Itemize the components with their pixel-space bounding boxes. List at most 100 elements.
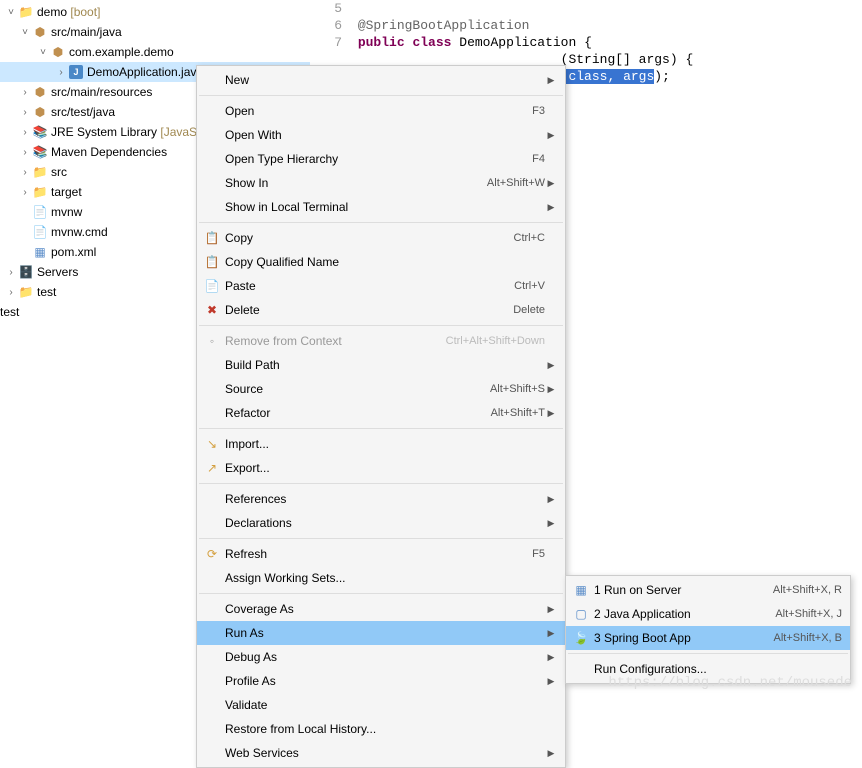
tree-project[interactable]: ˅ 📁 demo [boot]: [0, 2, 310, 22]
refresh-icon: ⟳: [201, 546, 223, 562]
submenu-arrow-icon: ▶: [545, 494, 557, 505]
java-app-icon: ▢: [570, 606, 592, 622]
library-icon: 📚: [32, 124, 48, 140]
expand-icon[interactable]: ˅: [18, 25, 32, 39]
menu-restore-history[interactable]: Restore from Local History...: [197, 717, 565, 741]
tree-label: com.example.demo: [69, 45, 174, 59]
menu-coverage-as[interactable]: Coverage As ▶: [197, 597, 565, 621]
tree-label: mvnw.cmd: [51, 225, 108, 239]
menu-label: Build Path: [223, 358, 545, 372]
tree-label: src/main/resources: [51, 85, 152, 99]
expand-icon[interactable]: ›: [4, 265, 18, 279]
menu-declarations[interactable]: Declarations ▶: [197, 511, 565, 535]
menu-label: 3 Spring Boot App: [592, 631, 764, 645]
menu-label: Coverage As: [223, 602, 545, 616]
menu-label: Run As: [223, 626, 545, 640]
delete-icon: ✖: [201, 302, 223, 318]
menu-label: Refresh: [223, 547, 522, 561]
menu-label: References: [223, 492, 545, 506]
menu-shortcut: F4: [532, 153, 545, 165]
expand-icon[interactable]: ›: [4, 285, 18, 299]
tree-decoration-text: [boot]: [70, 5, 100, 19]
submenu-arrow-icon: ▶: [545, 518, 557, 529]
menu-label: Export...: [223, 461, 545, 475]
menu-label: Delete: [223, 303, 503, 317]
menu-run-as[interactable]: Run As ▶: [197, 621, 565, 645]
menu-label: Run Configurations...: [592, 662, 842, 676]
menu-copy[interactable]: 📋 Copy Ctrl+C: [197, 226, 565, 250]
keyword: public: [358, 35, 405, 50]
menu-shortcut: Alt+Shift+T: [491, 407, 545, 419]
tree-label: src/main/java: [51, 25, 122, 39]
menu-label: Debug As: [223, 650, 545, 664]
expand-icon[interactable]: ›: [18, 125, 32, 139]
submenu-java-application[interactable]: ▢ 2 Java Application Alt+Shift+X, J: [566, 602, 850, 626]
menu-shortcut: Ctrl+V: [514, 280, 545, 292]
expand-icon[interactable]: ›: [18, 185, 32, 199]
expand-icon[interactable]: ›: [18, 145, 32, 159]
tree-src-main-java[interactable]: ˅ ⬢ src/main/java: [0, 22, 310, 42]
tree-label: Maven Dependencies: [51, 145, 167, 159]
menu-separator: [199, 538, 563, 539]
menu-delete[interactable]: ✖ Delete Delete: [197, 298, 565, 322]
menu-new[interactable]: New ▶: [197, 68, 565, 92]
menu-open[interactable]: Open F3: [197, 99, 565, 123]
annotation: @SpringBootApplication: [358, 18, 530, 33]
menu-shortcut: Alt+Shift+X, J: [775, 608, 842, 620]
menu-open-with[interactable]: Open With ▶: [197, 123, 565, 147]
submenu-arrow-icon: ▶: [545, 360, 557, 371]
menu-show-local-terminal[interactable]: Show in Local Terminal ▶: [197, 195, 565, 219]
expand-icon[interactable]: ›: [18, 105, 32, 119]
menu-label: New: [223, 73, 545, 87]
menu-validate[interactable]: Validate: [197, 693, 565, 717]
menu-references[interactable]: References ▶: [197, 487, 565, 511]
menu-shortcut: Delete: [513, 304, 545, 316]
menu-import[interactable]: ↘ Import...: [197, 432, 565, 456]
menu-export[interactable]: ↗ Export...: [197, 456, 565, 480]
menu-label: Open: [223, 104, 522, 118]
expand-icon[interactable]: ›: [54, 65, 68, 79]
menu-label: Validate: [223, 698, 545, 712]
tree-label: src: [51, 165, 67, 179]
tree-label: demo: [37, 5, 67, 19]
menu-profile-as[interactable]: Profile As ▶: [197, 669, 565, 693]
menu-label: Open With: [223, 128, 545, 142]
package-folder-icon: ⬢: [32, 84, 48, 100]
classname: DemoApplication: [459, 35, 576, 50]
menu-copy-qualified[interactable]: 📋 Copy Qualified Name: [197, 250, 565, 274]
project-icon: 📁: [18, 4, 34, 20]
menu-label: Declarations: [223, 516, 545, 530]
menu-separator: [199, 95, 563, 96]
menu-separator: [199, 483, 563, 484]
menu-debug-as[interactable]: Debug As ▶: [197, 645, 565, 669]
menu-assign-working-sets[interactable]: Assign Working Sets...: [197, 566, 565, 590]
editor-line: 6 @SpringBootApplication: [310, 17, 862, 34]
menu-label: Assign Working Sets...: [223, 571, 545, 585]
watermark: https://blog.csdn.net/mousede: [608, 675, 852, 691]
submenu-spring-boot-app[interactable]: 🍃 3 Spring Boot App Alt+Shift+X, B: [566, 626, 850, 650]
menu-label: Show In: [223, 176, 477, 190]
expand-icon[interactable]: ˅: [36, 45, 50, 59]
menu-paste[interactable]: 📄 Paste Ctrl+V: [197, 274, 565, 298]
menu-label: Source: [223, 382, 480, 396]
menu-label: Remove from Context: [223, 334, 436, 348]
expand-icon[interactable]: ˅: [4, 5, 18, 19]
menu-web-services[interactable]: Web Services ▶: [197, 741, 565, 765]
expand-icon[interactable]: ›: [18, 165, 32, 179]
server-icon: 🗄️: [18, 264, 34, 280]
menu-label: Copy: [223, 231, 504, 245]
tree-label: src/test/java: [51, 105, 115, 119]
menu-label: Refactor: [223, 406, 481, 420]
menu-source[interactable]: Source Alt+Shift+S ▶: [197, 377, 565, 401]
menu-open-type-hierarchy[interactable]: Open Type Hierarchy F4: [197, 147, 565, 171]
menu-label: Paste: [223, 279, 504, 293]
expand-icon[interactable]: ›: [18, 85, 32, 99]
tree-package[interactable]: ˅ ⬢ com.example.demo: [0, 42, 310, 62]
menu-show-in[interactable]: Show In Alt+Shift+W ▶: [197, 171, 565, 195]
menu-label: 1 Run on Server: [592, 583, 763, 597]
menu-build-path[interactable]: Build Path ▶: [197, 353, 565, 377]
menu-refactor[interactable]: Refactor Alt+Shift+T ▶: [197, 401, 565, 425]
library-icon: 📚: [32, 144, 48, 160]
submenu-run-on-server[interactable]: ▦ 1 Run on Server Alt+Shift+X, R: [566, 578, 850, 602]
menu-refresh[interactable]: ⟳ Refresh F5: [197, 542, 565, 566]
